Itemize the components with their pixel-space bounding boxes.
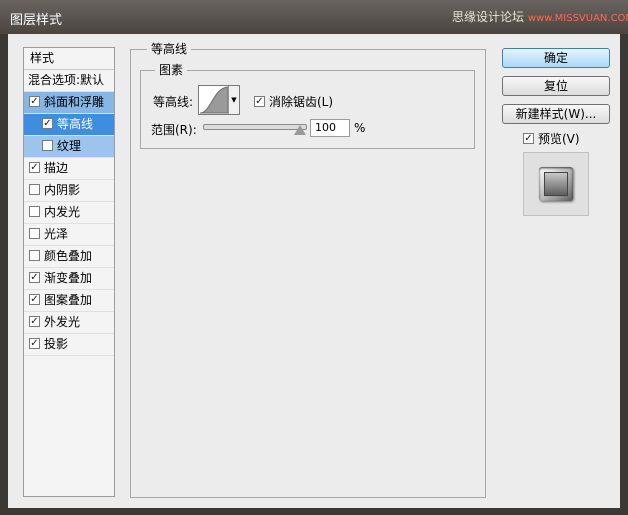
dialog-body: 样式 混合选项:默认 ✓ 斜面和浮雕 ✓ 等高线 纹理 ✓ 描边 内阴影 内发光 光泽… [8, 34, 620, 508]
reset-button[interactable]: 复位 [502, 76, 610, 96]
style-item-label: 颜色叠加 [44, 249, 93, 263]
bevel-emboss-checkbox[interactable]: ✓ [29, 96, 40, 107]
window-title: 图层样式 [10, 13, 63, 28]
gradient-overlay-checkbox[interactable]: ✓ [29, 272, 40, 283]
new-style-button[interactable]: 新建样式(W)... [502, 104, 610, 124]
inner-glow-checkbox[interactable] [29, 206, 40, 217]
style-item-bevel-emboss[interactable]: ✓ 斜面和浮雕 [24, 92, 114, 114]
range-input[interactable]: 100 [310, 119, 350, 137]
style-item-satin[interactable]: 光泽 [24, 224, 114, 246]
section-title: 等高线 [147, 42, 192, 56]
style-item-label: 描边 [44, 161, 69, 175]
preview-checkbox[interactable]: ✓ [523, 133, 534, 144]
range-unit: % [354, 121, 366, 135]
style-item-label: 外发光 [44, 315, 81, 329]
style-item-stroke[interactable]: ✓ 描边 [24, 158, 114, 180]
drop-shadow-checkbox[interactable]: ✓ [29, 338, 40, 349]
watermark-url: www.MISSVUAN.COM [527, 13, 628, 24]
watermark: 思缘设计论坛 www.MISSVUAN.COM [452, 8, 628, 25]
contour-checkbox[interactable]: ✓ [42, 118, 53, 129]
contour-picker[interactable]: ▼ [198, 85, 240, 115]
subgroup-title: 图素 [155, 63, 188, 77]
pattern-overlay-checkbox[interactable]: ✓ [29, 294, 40, 305]
style-item-drop-shadow[interactable]: ✓ 投影 [24, 334, 114, 356]
style-item-inner-shadow[interactable]: 内阴影 [24, 180, 114, 202]
range-slider-thumb[interactable] [294, 125, 306, 135]
style-preview [523, 152, 589, 216]
stroke-checkbox[interactable]: ✓ [29, 162, 40, 173]
preview-option[interactable]: ✓ 预览(V) [523, 130, 580, 147]
range-slider[interactable] [203, 124, 307, 130]
outer-glow-checkbox[interactable]: ✓ [29, 316, 40, 327]
watermark-text: 思缘设计论坛 [452, 10, 525, 24]
styles-header[interactable]: 样式 [24, 48, 114, 70]
antialias-checkbox[interactable]: ✓ [254, 96, 265, 107]
satin-checkbox[interactable] [29, 228, 40, 239]
inner-shadow-checkbox[interactable] [29, 184, 40, 195]
style-item-outer-glow[interactable]: ✓ 外发光 [24, 312, 114, 334]
blend-options-item[interactable]: 混合选项:默认 [24, 70, 114, 92]
ok-button[interactable]: 确定 [502, 48, 610, 68]
style-item-texture[interactable]: 纹理 [24, 136, 114, 158]
preview-thumbnail [539, 167, 573, 201]
style-item-contour[interactable]: ✓ 等高线 [24, 114, 114, 136]
preview-label: 预览(V) [538, 132, 580, 146]
style-item-label: 渐变叠加 [44, 271, 93, 285]
style-item-label: 光泽 [44, 227, 69, 241]
style-item-label: 纹理 [57, 139, 82, 153]
style-item-pattern-overlay[interactable]: ✓ 图案叠加 [24, 290, 114, 312]
contour-label: 等高线: [153, 95, 194, 109]
style-item-label: 内阴影 [44, 183, 81, 197]
antialias-option[interactable]: ✓ 消除锯齿(L) [254, 93, 333, 110]
style-item-label: 图案叠加 [44, 293, 93, 307]
range-label: 范围(R): [151, 123, 197, 137]
contour-curve-icon [199, 86, 229, 114]
style-item-inner-glow[interactable]: 内发光 [24, 202, 114, 224]
texture-checkbox[interactable] [42, 140, 53, 151]
styles-list: 样式 混合选项:默认 ✓ 斜面和浮雕 ✓ 等高线 纹理 ✓ 描边 内阴影 内发光 光泽… [23, 47, 115, 497]
title-bar: 图层样式 思缘设计论坛 www.MISSVUAN.COM [0, 0, 628, 34]
style-item-gradient-overlay[interactable]: ✓ 渐变叠加 [24, 268, 114, 290]
style-item-label: 等高线 [57, 117, 94, 131]
style-item-label: 投影 [44, 337, 69, 351]
style-item-color-overlay[interactable]: 颜色叠加 [24, 246, 114, 268]
chevron-down-icon[interactable]: ▼ [228, 86, 239, 114]
color-overlay-checkbox[interactable] [29, 250, 40, 261]
style-item-label: 斜面和浮雕 [44, 95, 105, 109]
preview-core [544, 172, 568, 196]
style-item-label: 内发光 [44, 205, 81, 219]
antialias-label: 消除锯齿(L) [269, 95, 334, 109]
